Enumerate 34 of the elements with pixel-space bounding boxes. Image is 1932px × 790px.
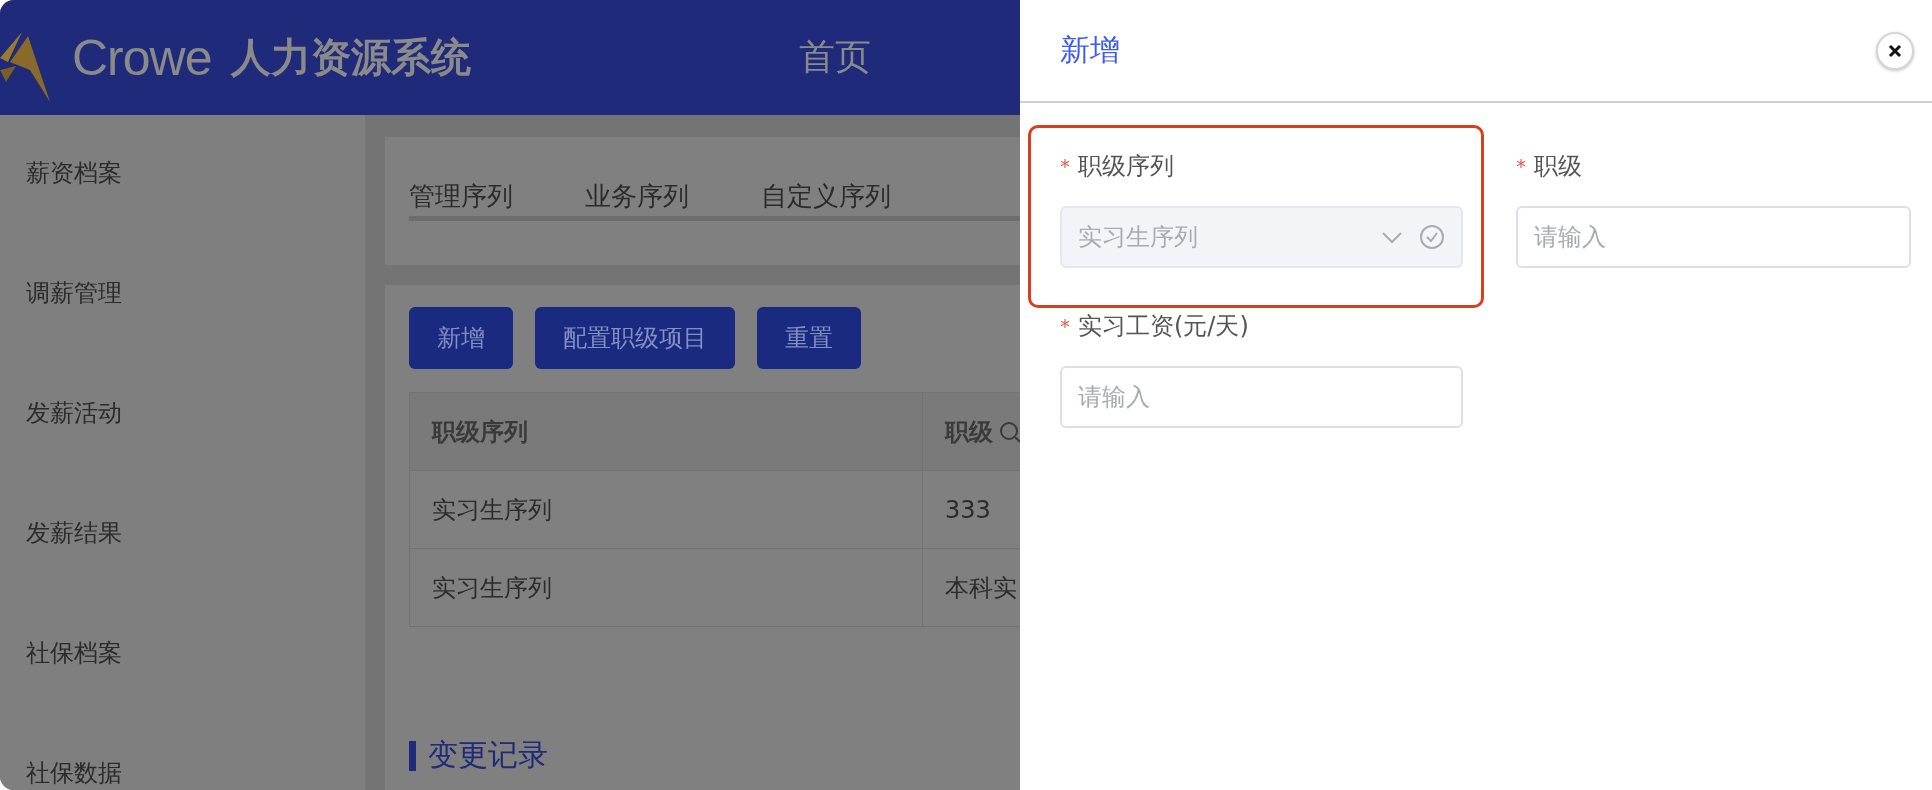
drawer-title: 新增	[1060, 31, 1120, 69]
nav-link[interactable]: 首页	[799, 33, 872, 82]
field-label: 职级序列	[1078, 151, 1174, 181]
search-icon[interactable]	[999, 420, 1020, 443]
column-header: 职级	[922, 392, 1020, 471]
close-icon	[1887, 42, 1903, 59]
table-cell: 实习生序列	[409, 548, 923, 627]
app-title: 人力资源系统	[231, 33, 472, 82]
toolbar-button[interactable]: 新增	[409, 307, 513, 369]
sidebar-item[interactable]: 社保档案	[0, 635, 365, 755]
toolbar-button[interactable]: 配置职级项目	[535, 307, 735, 369]
toolbar-button[interactable]: 重置	[757, 307, 861, 369]
required-mark: *	[1516, 153, 1526, 180]
close-button[interactable]	[1876, 31, 1914, 70]
field-label: 实习工资(元/天)	[1078, 311, 1249, 341]
required-mark: *	[1060, 153, 1070, 180]
tab[interactable]: 业务序列	[585, 179, 689, 221]
field-label: 职级	[1534, 151, 1582, 181]
tab[interactable]: 自定义序列	[761, 179, 891, 221]
input-field[interactable]: 请输入	[1060, 366, 1463, 428]
sidebar-item[interactable]: 发薪结果	[0, 515, 365, 635]
check-circle-icon	[1419, 224, 1445, 250]
brand-name: Crowe	[72, 28, 212, 87]
tab[interactable]: 管理序列	[409, 179, 513, 221]
required-mark: *	[1060, 313, 1070, 340]
column-header: 职级序列	[409, 392, 923, 471]
sidebar-item[interactable]: 社保数据	[0, 755, 365, 790]
sidebar-item[interactable]: 调薪管理	[0, 275, 365, 395]
table-cell: 实习生序列	[409, 470, 923, 549]
sidebar-item[interactable]: 发薪活动	[0, 395, 365, 515]
section-title: 变更记录	[428, 736, 548, 774]
section-marker	[409, 740, 416, 771]
input-field[interactable]: 请输入	[1516, 206, 1911, 268]
sidebar-item[interactable]: 薪资档案	[0, 155, 365, 275]
